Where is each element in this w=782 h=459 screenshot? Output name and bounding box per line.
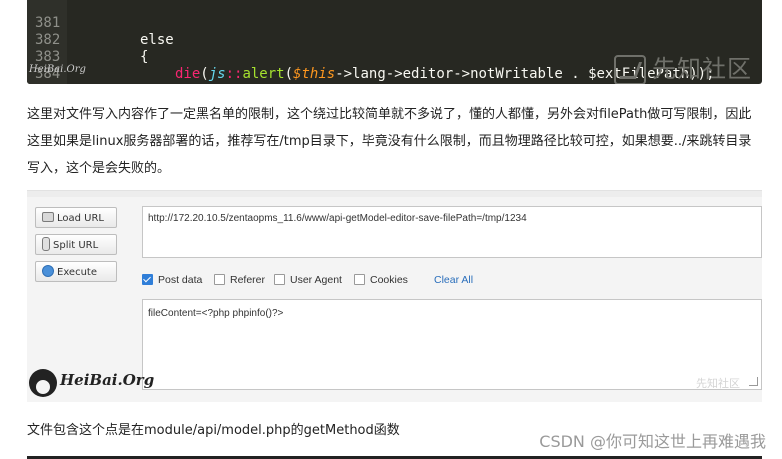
article-paragraph: 这里对文件写入内容作了一定黑名单的限制，这个绕过比较简单就不多说了，懂的人都懂，… (27, 107, 752, 176)
post-data-checkbox[interactable]: Post data (142, 273, 202, 287)
code-line: 383 die(js::alert($this->lang->editor->n… (27, 32, 715, 82)
watermark-text: 先知社区 (652, 55, 752, 83)
split-url-button[interactable]: Split URL (35, 234, 117, 255)
code-var: $this (293, 66, 336, 82)
hackbar-panel: Load URL Split URL Execute http://172.20… (27, 190, 762, 402)
checkbox-icon (214, 273, 225, 285)
url-textarea[interactable]: http://172.20.10.5/zentaopms_11.6/www/ap… (142, 206, 762, 258)
post-data-textarea[interactable]: fileContent=<?php phpinfo()?> (142, 299, 762, 390)
button-label: Split URL (53, 240, 99, 251)
option-label: Cookies (370, 274, 408, 286)
checkbox-icon (354, 273, 365, 285)
checkbox-checked-icon (142, 273, 153, 285)
line-number: 385 (35, 83, 63, 84)
code-line: 382 { (27, 15, 148, 65)
execute-icon (42, 265, 54, 277)
button-label: Load URL (57, 213, 105, 224)
load-url-icon (42, 212, 54, 222)
post-data-text: fileContent=<?php phpinfo()?> (148, 308, 284, 319)
clear-all-link[interactable]: Clear All (434, 273, 473, 287)
load-url-button[interactable]: Load URL (35, 207, 117, 228)
resize-handle-icon[interactable] (749, 377, 758, 386)
code-text: else (140, 32, 174, 48)
code-paren: ( (284, 66, 294, 82)
button-label: Execute (57, 267, 97, 278)
csdn-watermark: CSDN @你可知这世上再难遇我 (539, 432, 766, 451)
code-text: { (140, 49, 149, 65)
option-label: Referer (230, 274, 266, 286)
xianzhi-logo-icon (614, 55, 646, 84)
cookies-checkbox[interactable]: Cookies (354, 273, 408, 287)
logo-text: HeiBai.Org (60, 371, 155, 389)
user-agent-checkbox[interactable]: User Agent (274, 273, 342, 287)
code-text: } (140, 83, 148, 84)
code-paren: ( (200, 66, 209, 82)
code-class: js (208, 66, 226, 82)
referer-checkbox[interactable]: Referer (214, 273, 265, 287)
panel-top-strip (27, 191, 762, 197)
code-block: 381 else 382 { 383 die(js::alert($this->… (27, 0, 762, 84)
code-line: 381 else (27, 0, 174, 48)
option-label: Post data (158, 274, 203, 286)
xianzhi-watermark: 先知社区 (614, 49, 752, 84)
xianzhi-watermark-small: 先知社区 (696, 377, 740, 390)
execute-button[interactable]: Execute (35, 261, 117, 282)
split-url-icon (42, 237, 50, 251)
code-method: alert (242, 66, 285, 82)
code-die: die (175, 66, 201, 82)
article-text-line: 文件包含这个点是在module/api/model.php的getMethod函… (27, 423, 400, 438)
heibai-logo: HeiBai.Org (29, 64, 86, 75)
code-scope: :: (225, 66, 243, 82)
option-label: User Agent (290, 274, 342, 286)
hat-man-logo-icon (29, 369, 57, 397)
checkbox-icon (274, 273, 285, 285)
